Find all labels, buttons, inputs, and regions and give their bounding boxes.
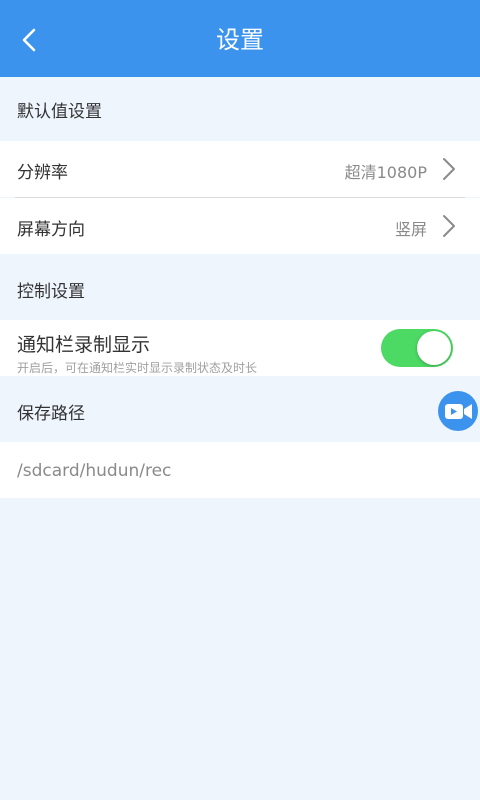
chevron-right-icon: [443, 215, 455, 237]
save-path-value: /sdcard/hudun/rec: [17, 461, 172, 481]
notification-toggle[interactable]: [381, 329, 453, 367]
notification-description: 开启后，可在通知栏实时显示录制状态及时长: [17, 361, 258, 375]
app-header: 设置: [0, 0, 480, 77]
resolution-label: 分辨率: [17, 163, 68, 183]
section-title-default: 默认值设置: [17, 102, 102, 122]
orientation-value: 竖屏: [394, 220, 427, 239]
toggle-knob: [417, 331, 451, 365]
video-camera-icon: [445, 404, 472, 419]
page-title: 设置: [216, 26, 264, 54]
resolution-value: 超清1080P: [344, 163, 427, 182]
orientation-row[interactable]: 屏幕方向 竖屏: [0, 198, 480, 254]
notification-row: 通知栏录制显示 开启后，可在通知栏实时显示录制状态及时长: [0, 320, 480, 376]
save-path-row[interactable]: /sdcard/hudun/rec: [0, 442, 480, 498]
resolution-row[interactable]: 分辨率 超清1080P: [0, 141, 480, 197]
orientation-label: 屏幕方向: [17, 220, 85, 240]
section-title-control: 控制设置: [17, 282, 85, 302]
chevron-right-icon: [443, 158, 455, 180]
notification-label: 通知栏录制显示: [17, 334, 151, 356]
floating-record-button[interactable]: [438, 391, 478, 431]
section-title-save-path: 保存路径: [17, 404, 85, 424]
